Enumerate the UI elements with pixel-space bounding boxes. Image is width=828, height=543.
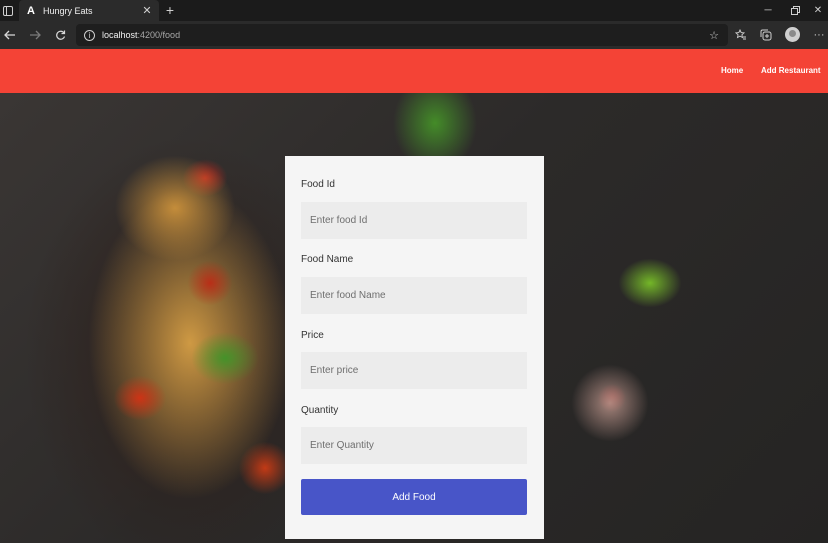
url-path: :4200/food <box>137 30 181 40</box>
profile-avatar[interactable] <box>785 27 800 42</box>
minimize-icon[interactable]: ─ <box>754 0 782 21</box>
price-label: Price <box>301 330 324 341</box>
favorites-icon[interactable] <box>733 27 749 43</box>
tab-actions-icon[interactable] <box>0 0 16 21</box>
nav-link-add-restaurant[interactable]: Add Restaurant <box>761 66 821 75</box>
add-food-button[interactable]: Add Food <box>301 479 527 515</box>
restore-icon[interactable] <box>781 0 809 21</box>
app-navbar: Home Add Restaurant <box>0 49 828 93</box>
plus-icon[interactable]: + <box>162 2 178 18</box>
collections-icon[interactable] <box>758 27 774 43</box>
close-window-icon[interactable]: ✕ <box>808 0 828 21</box>
price-input[interactable] <box>301 352 527 389</box>
tab-title: Hungry Eats <box>43 5 93 16</box>
tab-favicon-icon: A <box>27 4 35 17</box>
quantity-label: Quantity <box>301 405 339 416</box>
forward-arrow-icon[interactable] <box>25 25 45 45</box>
close-icon[interactable]: ✕ <box>141 4 153 17</box>
star-plus-icon[interactable]: ☆ <box>706 27 722 43</box>
more-icon[interactable]: ··· <box>811 27 827 43</box>
refresh-icon[interactable] <box>50 25 70 45</box>
address-bar[interactable]: i localhost :4200/food <box>76 24 728 46</box>
browser-toolbar: i localhost :4200/food ☆ ··· <box>0 21 828 49</box>
food-id-label: Food Id <box>301 179 335 190</box>
browser-tab[interactable]: A Hungry Eats ✕ <box>19 0 159 21</box>
back-arrow-icon[interactable] <box>0 25 20 45</box>
add-food-form: Food Id Food Name Price Quantity Add Foo… <box>285 156 544 539</box>
food-id-input[interactable] <box>301 202 527 239</box>
url-host: localhost <box>102 30 138 40</box>
food-name-label: Food Name <box>301 254 354 265</box>
quantity-input[interactable] <box>301 427 527 464</box>
food-name-input[interactable] <box>301 277 527 314</box>
info-icon[interactable]: i <box>84 29 95 41</box>
nav-link-home[interactable]: Home <box>721 66 743 75</box>
tab-strip: A Hungry Eats ✕ + ─ ✕ <box>0 0 828 21</box>
